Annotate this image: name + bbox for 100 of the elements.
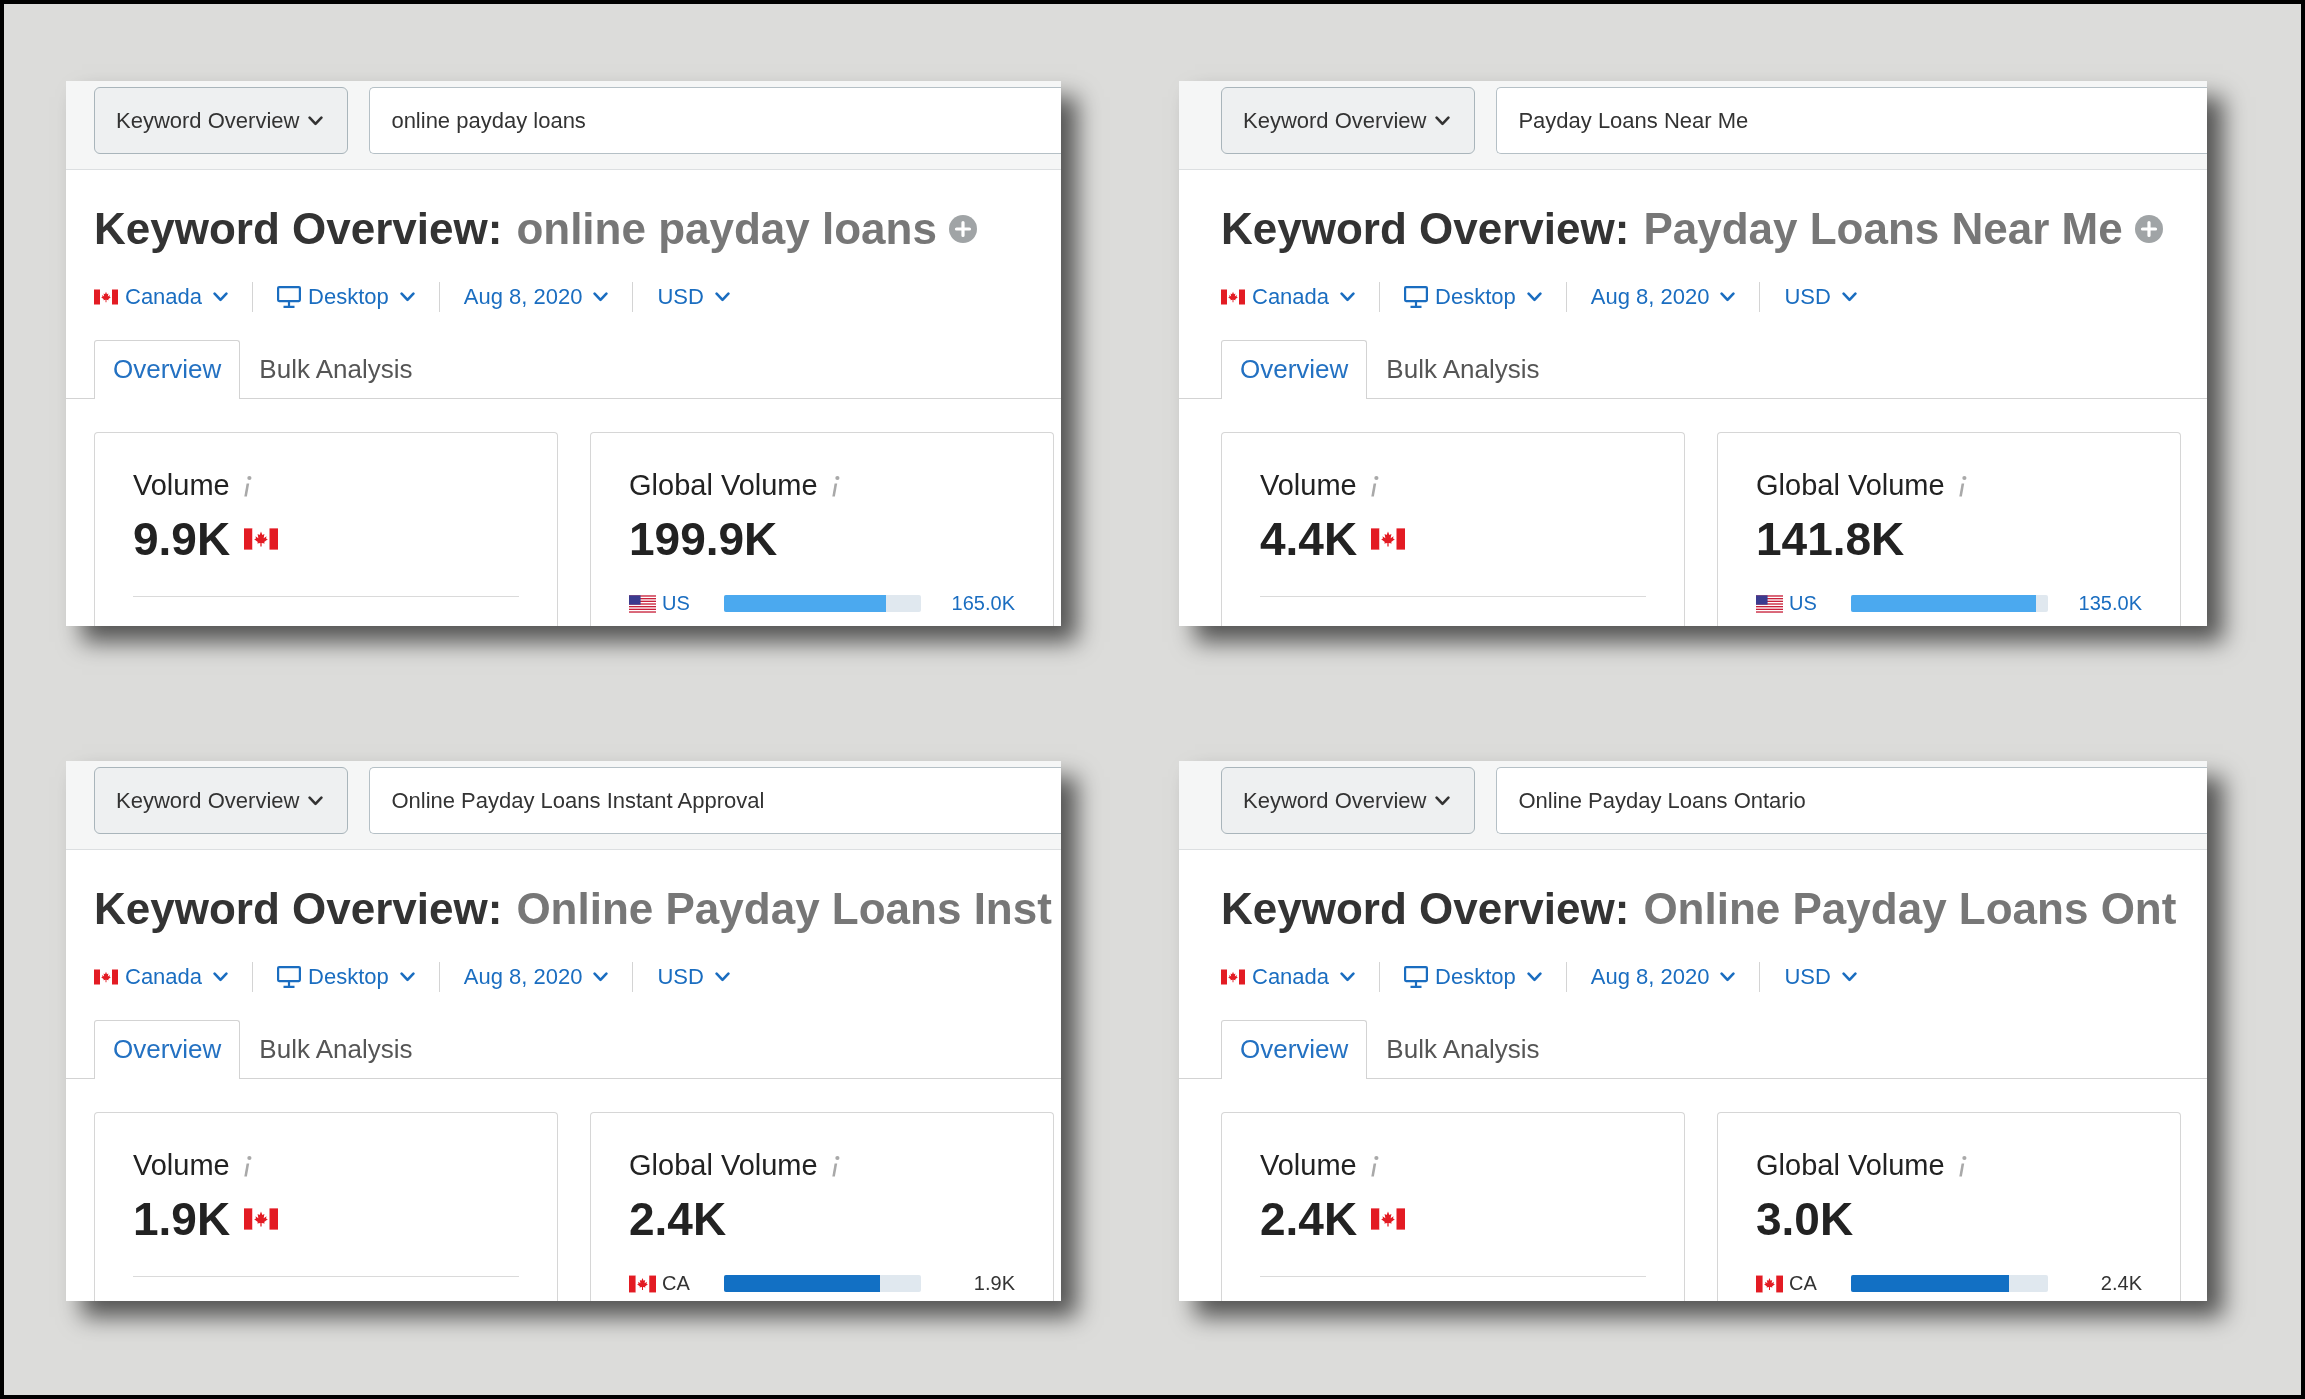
device-dropdown[interactable]: Desktop bbox=[1404, 963, 1542, 990]
tool-dropdown[interactable]: Keyword Overview bbox=[94, 767, 349, 834]
page-title: Keyword Overview: bbox=[94, 883, 503, 935]
chevron-down-icon bbox=[593, 971, 609, 982]
tab[interactable]: Bulk Analysis bbox=[1367, 1019, 1559, 1079]
metric-value: 2.4K bbox=[629, 1191, 727, 1246]
usa-flag-icon bbox=[629, 594, 656, 613]
monitor-icon bbox=[1404, 285, 1429, 308]
date-dropdown[interactable]: Aug 8, 2020 bbox=[463, 283, 609, 310]
page-title: Keyword Overview: bbox=[1221, 203, 1630, 255]
date-dropdown[interactable]: Aug 8, 2020 bbox=[1590, 963, 1736, 990]
country-code: CA bbox=[662, 1272, 691, 1296]
chevron-down-icon bbox=[1841, 971, 1857, 982]
search-field[interactable]: online payday loans bbox=[369, 87, 1061, 154]
canada-flag-icon bbox=[1371, 527, 1406, 550]
search-field[interactable]: Online Payday Loans Ontario bbox=[1496, 767, 2207, 834]
page-title: Keyword Overview: bbox=[94, 203, 503, 255]
canada-flag-icon bbox=[1371, 1207, 1406, 1230]
info-icon bbox=[1956, 474, 1967, 497]
canada-flag-icon bbox=[244, 1207, 279, 1230]
info-icon bbox=[241, 474, 252, 497]
add-icon[interactable] bbox=[948, 215, 977, 244]
device-dropdown[interactable]: Desktop bbox=[1404, 283, 1542, 310]
tool-dropdown[interactable]: Keyword Overview bbox=[1221, 767, 1476, 834]
tool-dropdown[interactable]: Keyword Overview bbox=[94, 87, 349, 154]
add-icon[interactable] bbox=[2134, 215, 2163, 244]
tab[interactable]: Overview bbox=[1221, 339, 1368, 399]
chevron-down-icon bbox=[399, 291, 415, 302]
device-dropdown[interactable]: Desktop bbox=[277, 283, 415, 310]
country-code[interactable]: US bbox=[1789, 592, 1851, 616]
metric-value: 141.8K bbox=[1756, 511, 1905, 566]
chevron-down-icon bbox=[399, 971, 415, 982]
chevron-down-icon bbox=[1720, 291, 1736, 302]
chevron-down-icon bbox=[593, 291, 609, 302]
date-dropdown[interactable]: Aug 8, 2020 bbox=[1590, 283, 1736, 310]
tab[interactable]: Bulk Analysis bbox=[240, 1019, 432, 1079]
metric-label: Volume bbox=[133, 469, 230, 503]
currency-dropdown[interactable]: USD bbox=[657, 283, 730, 310]
search-field[interactable]: Payday Loans Near Me bbox=[1496, 87, 2207, 154]
keyword-title: online payday loans bbox=[516, 203, 937, 255]
metric-value: 199.9K bbox=[629, 511, 778, 566]
metric-label: Global Volume bbox=[629, 1149, 818, 1183]
tab[interactable]: Overview bbox=[94, 339, 241, 399]
chevron-down-icon bbox=[1526, 291, 1542, 302]
chevron-down-icon bbox=[308, 795, 324, 806]
tab[interactable]: Overview bbox=[1221, 1019, 1368, 1079]
country-code[interactable]: US bbox=[662, 592, 724, 616]
metric-value: 2.4K bbox=[1260, 1191, 1358, 1246]
search-field[interactable]: Online Payday Loans Instant Approval bbox=[369, 767, 1061, 834]
chevron-down-icon bbox=[1435, 795, 1451, 806]
metric-label: Global Volume bbox=[629, 469, 818, 503]
metric-value: 9.9K bbox=[133, 511, 231, 566]
monitor-icon bbox=[277, 965, 302, 988]
monitor-icon bbox=[277, 285, 302, 308]
canada-flag-icon bbox=[244, 527, 279, 550]
info-icon bbox=[1956, 1154, 1967, 1177]
chevron-down-icon bbox=[1435, 115, 1451, 126]
chevron-down-icon bbox=[1340, 291, 1356, 302]
country-dropdown[interactable]: Canada bbox=[1221, 283, 1356, 310]
metric-value: 1.9K bbox=[133, 1191, 231, 1246]
canada-flag-icon bbox=[1221, 288, 1245, 305]
tab[interactable]: Bulk Analysis bbox=[240, 339, 432, 399]
metric-label: Volume bbox=[1260, 1149, 1357, 1183]
country-volume: 2.4K bbox=[2099, 1272, 2142, 1296]
canada-flag-icon bbox=[629, 1274, 656, 1293]
date-dropdown[interactable]: Aug 8, 2020 bbox=[463, 963, 609, 990]
chevron-down-icon bbox=[213, 971, 229, 982]
metric-label: Volume bbox=[1260, 469, 1357, 503]
metric-value: 4.4K bbox=[1260, 511, 1358, 566]
metric-label: Global Volume bbox=[1756, 1149, 1945, 1183]
info-icon bbox=[241, 1154, 252, 1177]
chevron-down-icon bbox=[714, 971, 730, 982]
country-code: CA bbox=[1789, 1272, 1818, 1296]
metric-label: Volume bbox=[133, 1149, 230, 1183]
country-dropdown[interactable]: Canada bbox=[94, 963, 229, 990]
canada-flag-icon bbox=[1221, 968, 1245, 985]
currency-dropdown[interactable]: USD bbox=[657, 963, 730, 990]
metric-value: 3.0K bbox=[1756, 1191, 1854, 1246]
country-dropdown[interactable]: Canada bbox=[1221, 963, 1356, 990]
device-dropdown[interactable]: Desktop bbox=[277, 963, 415, 990]
currency-dropdown[interactable]: USD bbox=[1784, 283, 1857, 310]
chevron-down-icon bbox=[1340, 971, 1356, 982]
chevron-down-icon bbox=[714, 291, 730, 302]
usa-flag-icon bbox=[1756, 594, 1783, 613]
tab[interactable]: Bulk Analysis bbox=[1367, 339, 1559, 399]
tool-dropdown[interactable]: Keyword Overview bbox=[1221, 87, 1476, 154]
canada-flag-icon bbox=[1756, 1274, 1783, 1293]
country-volume[interactable]: 165.0K bbox=[921, 592, 1015, 616]
tab[interactable]: Overview bbox=[94, 1019, 241, 1079]
chevron-down-icon bbox=[213, 291, 229, 302]
currency-dropdown[interactable]: USD bbox=[1784, 963, 1857, 990]
chevron-down-icon bbox=[308, 115, 324, 126]
info-icon bbox=[829, 1154, 840, 1177]
keyword-title: Online Payday Loans Inst bbox=[516, 883, 1052, 935]
keyword-title: Payday Loans Near Me bbox=[1643, 203, 2123, 255]
page-title: Keyword Overview: bbox=[1221, 883, 1630, 935]
country-dropdown[interactable]: Canada bbox=[94, 283, 229, 310]
country-volume: 1.9K bbox=[972, 1272, 1015, 1296]
info-icon bbox=[1368, 1154, 1379, 1177]
country-volume[interactable]: 135.0K bbox=[2048, 592, 2142, 616]
